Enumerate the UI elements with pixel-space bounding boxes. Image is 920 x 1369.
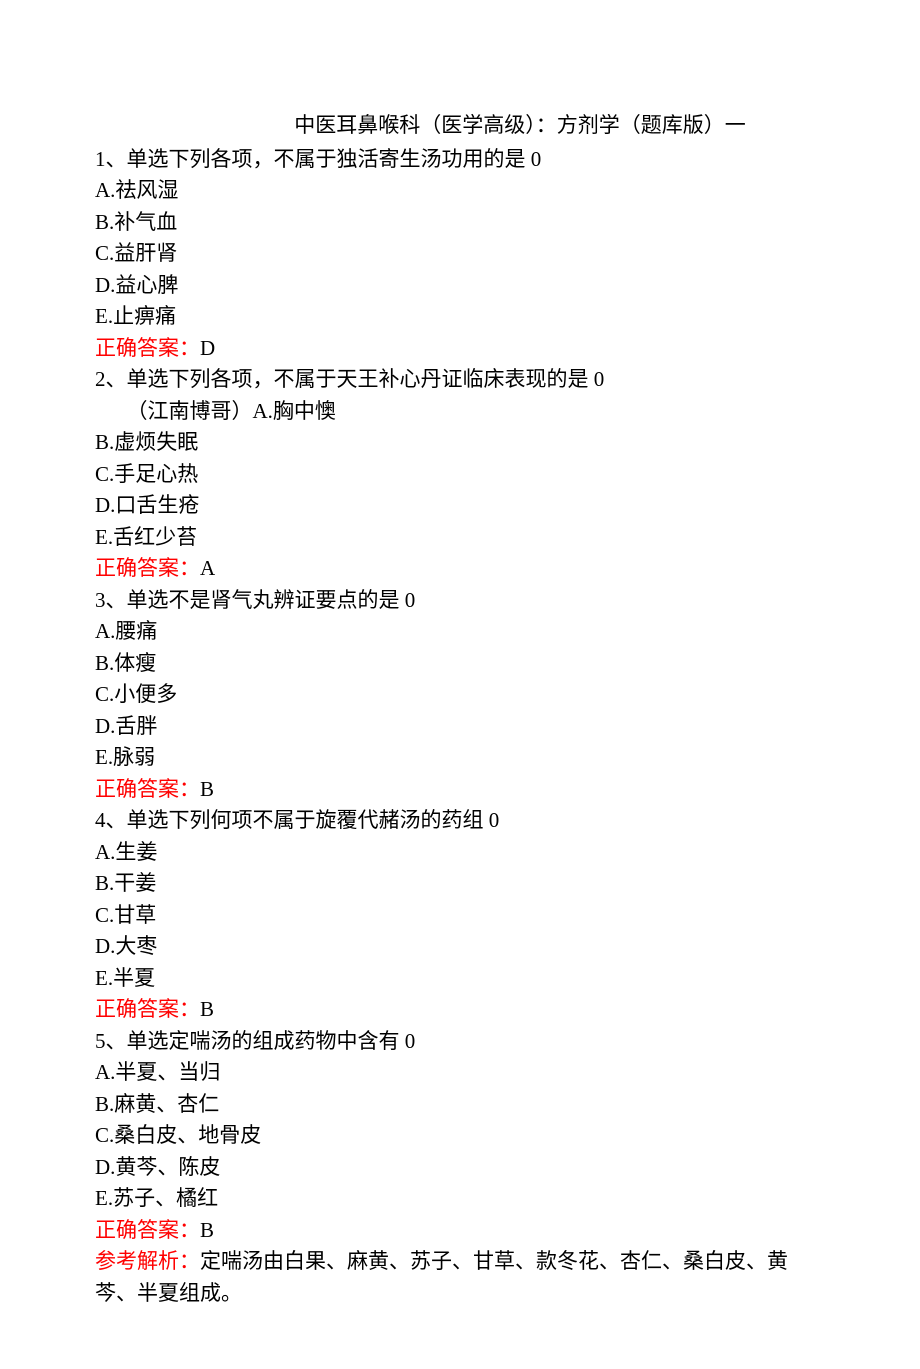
option-a: A.祛风湿 — [95, 175, 825, 207]
option-e: E.半夏 — [95, 963, 825, 995]
option-a: A.生姜 — [95, 837, 825, 869]
option-d: D.黄芩、陈皮 — [95, 1152, 825, 1184]
answer-label: 正确答案： — [95, 997, 200, 1021]
option-b: B.麻黄、杏仁 — [95, 1089, 825, 1121]
option-b: B.虚烦失眠 — [95, 427, 825, 459]
question-stem: 1、单选下列各项，不属于独活寄生汤功用的是 0 — [95, 144, 825, 176]
answer-line: 正确答案：A — [95, 553, 825, 585]
option-d: D.口舌生疮 — [95, 490, 825, 522]
question-2: 2、单选下列各项，不属于天王补心丹证临床表现的是 0 （江南博哥）A.胸中懊 B… — [95, 364, 825, 585]
answer-value: B — [200, 1218, 214, 1242]
analysis-label: 参考解析： — [95, 1249, 200, 1273]
option-b: B.体瘦 — [95, 648, 825, 680]
answer-label: 正确答案： — [95, 336, 200, 360]
option-c: C.桑白皮、地骨皮 — [95, 1120, 825, 1152]
question-stem: 2、单选下列各项，不属于天王补心丹证临床表现的是 0 — [95, 364, 825, 396]
question-1: 1、单选下列各项，不属于独活寄生汤功用的是 0 A.祛风湿 B.补气血 C.益肝… — [95, 144, 825, 365]
option-a: A.半夏、当归 — [95, 1057, 825, 1089]
option-d: D.舌胖 — [95, 711, 825, 743]
question-4: 4、单选下列何项不属于旋覆代赭汤的药组 0 A.生姜 B.干姜 C.甘草 D.大… — [95, 805, 825, 1026]
option-a: A.腰痛 — [95, 616, 825, 648]
answer-value: A — [200, 556, 215, 580]
answer-label: 正确答案： — [95, 1218, 200, 1242]
question-3: 3、单选不是肾气丸辨证要点的是 0 A.腰痛 B.体瘦 C.小便多 D.舌胖 E… — [95, 585, 825, 806]
answer-line: 正确答案：B — [95, 994, 825, 1026]
answer-value: B — [200, 777, 214, 801]
question-stem: 5、单选定喘汤的组成药物中含有 0 — [95, 1026, 825, 1058]
option-e: E.苏子、橘红 — [95, 1183, 825, 1215]
answer-label: 正确答案： — [95, 556, 200, 580]
answer-line: 正确答案：B — [95, 1215, 825, 1247]
answer-value: D — [200, 336, 215, 360]
analysis-line: 参考解析：定喘汤由白果、麻黄、苏子、甘草、款冬花、杏仁、桑白皮、黄芩、半夏组成。 — [95, 1246, 825, 1309]
question-stem: 4、单选下列何项不属于旋覆代赭汤的药组 0 — [95, 805, 825, 837]
option-d: D.益心脾 — [95, 270, 825, 302]
page-title: 中医耳鼻喉科（医学高级）：方剂学（题库版）一 — [95, 110, 825, 142]
option-e: E.舌红少苔 — [95, 522, 825, 554]
option-c: C.手足心热 — [95, 459, 825, 491]
option-c: C.小便多 — [95, 679, 825, 711]
option-c: C.益肝肾 — [95, 238, 825, 270]
option-b: B.干姜 — [95, 868, 825, 900]
answer-value: B — [200, 997, 214, 1021]
option-b: B.补气血 — [95, 207, 825, 239]
option-e: E.脉弱 — [95, 742, 825, 774]
answer-label: 正确答案： — [95, 777, 200, 801]
answer-line: 正确答案：D — [95, 333, 825, 365]
option-e: E.止痹痛 — [95, 301, 825, 333]
question-stem: 3、单选不是肾气丸辨证要点的是 0 — [95, 585, 825, 617]
question-5: 5、单选定喘汤的组成药物中含有 0 A.半夏、当归 B.麻黄、杏仁 C.桑白皮、… — [95, 1026, 825, 1310]
extra-line: （江南博哥）A.胸中懊 — [95, 396, 825, 428]
answer-line: 正确答案：B — [95, 774, 825, 806]
option-c: C.甘草 — [95, 900, 825, 932]
option-d: D.大枣 — [95, 931, 825, 963]
